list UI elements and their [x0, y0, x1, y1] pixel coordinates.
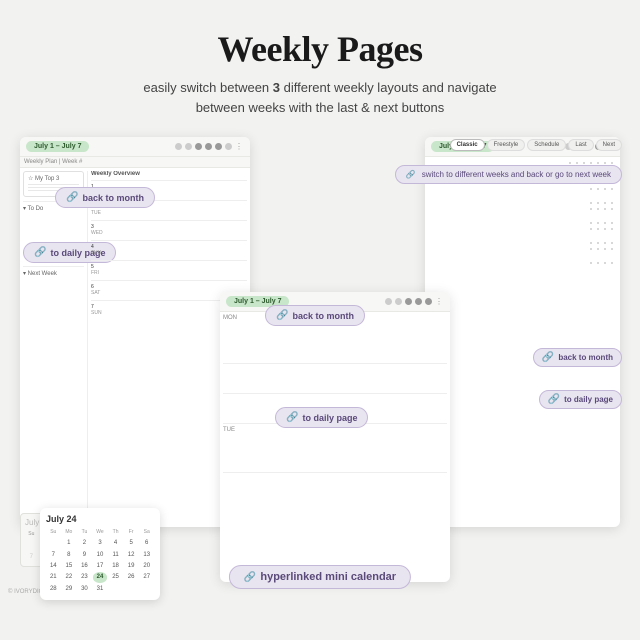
three-dots-middle: ⋮: [435, 297, 444, 306]
middle-panel-body: MON TUE: [220, 312, 450, 572]
right-panel-body: [425, 157, 620, 517]
middle-panel: July 1 – July 7 ⋮ MON TUE: [220, 292, 450, 582]
link-icon-back-right: 🔗: [542, 352, 554, 363]
mp-icon-4: [415, 298, 422, 305]
nav-last[interactable]: Last: [568, 139, 593, 151]
icon-dot-1: [175, 143, 182, 150]
todo-section: ▾ To Do 🔗 to daily page: [23, 201, 84, 263]
icon-dot-4: [205, 143, 212, 150]
left-column: ☆ My Top 3 ▾ To Do 🔗 to daily page: [23, 171, 88, 525]
link-icon-daily-right: 🔗: [548, 394, 560, 405]
dot-row-11: [428, 260, 617, 266]
icon-dot-6: [225, 143, 232, 150]
to-daily-overlay-right[interactable]: 🔗 to daily page: [539, 389, 622, 409]
page-title: Weekly Pages: [20, 28, 620, 70]
left-panel-icons: ⋮: [175, 142, 244, 151]
right-panel: July 1 – July 7 ⋮: [425, 137, 620, 527]
next-week-section: ▾ Next Week: [23, 266, 84, 277]
nav-classic[interactable]: Classic: [450, 139, 485, 151]
back-to-month-overlay-right[interactable]: 🔗 back to month: [533, 347, 622, 367]
middle-panel-icons: ⋮: [385, 297, 444, 306]
link-icon-back-left: 🔗: [66, 192, 78, 203]
page-subtitle: easily switch between 3 different weekly…: [20, 78, 620, 117]
calendar-main: July 24 Su Mo Tu We Th Fr Sa 1 2 3 4 5 6…: [40, 508, 160, 600]
left-date-pill: July 1 – July 7: [26, 141, 89, 152]
week-nav-container: Classic Freestyle Schedule Last Next: [450, 139, 622, 151]
nav-freestyle[interactable]: Freestyle: [487, 139, 526, 151]
bottom-hyperlink-btn-container: 🔗 hyperlinked mini calendar: [229, 565, 411, 589]
calendar-today: 24: [93, 572, 108, 582]
icon-dot-3: [195, 143, 202, 150]
page-header: Weekly Pages easily switch between 3 dif…: [0, 0, 640, 127]
back-to-month-overlay-left[interactable]: 🔗 back to month: [55, 187, 155, 208]
mp-icon-1: [385, 298, 392, 305]
day-row-fri: 5FRI: [91, 260, 247, 280]
link-icon-daily-left: 🔗: [34, 247, 46, 258]
left-panel-body: ☆ My Top 3 ▾ To Do 🔗 to daily page: [20, 168, 250, 527]
nav-schedule[interactable]: Schedule: [527, 139, 566, 151]
icon-dot-2: [185, 143, 192, 150]
back-to-month-overlay-middle[interactable]: 🔗 back to month: [265, 305, 365, 326]
link-icon-calendar: 🔗: [244, 572, 256, 583]
switch-weeks-box: 🔗 switch to different weeks and back or …: [395, 165, 623, 184]
day-row-wed: 3WED: [91, 220, 247, 240]
calendar-grid: Su Mo Tu We Th Fr Sa 1 2 3 4 5 6 7 8 9 1…: [46, 528, 154, 594]
left-subnav: Weekly Plan | Week #: [20, 157, 250, 168]
icon-dot-5: [215, 143, 222, 150]
to-daily-overlay-middle[interactable]: 🔗 to daily page: [275, 407, 368, 428]
left-panel-header: July 1 – July 7 ⋮: [20, 137, 250, 157]
hyperlinked-mini-calendar-btn[interactable]: 🔗 hyperlinked mini calendar: [229, 565, 411, 589]
mp-icon-5: [425, 298, 432, 305]
link-icon-switch: 🔗: [406, 170, 416, 179]
nav-next[interactable]: Next: [596, 139, 622, 151]
day-row-thu: 4THU: [91, 240, 247, 260]
three-dots-left: ⋮: [235, 142, 244, 151]
link-icon-back-middle: 🔗: [276, 310, 288, 321]
content-area: July 1 – July 7 ⋮ Weekly Plan | Week # ☆…: [0, 137, 640, 597]
mp-icon-2: [395, 298, 402, 305]
link-icon-daily-middle: 🔗: [286, 412, 298, 423]
mp-icon-3: [405, 298, 412, 305]
mini-calendar-area: July 24 Su Mo Tu We Th Fr Sa 1 2 3 4 5 6…: [20, 513, 125, 567]
